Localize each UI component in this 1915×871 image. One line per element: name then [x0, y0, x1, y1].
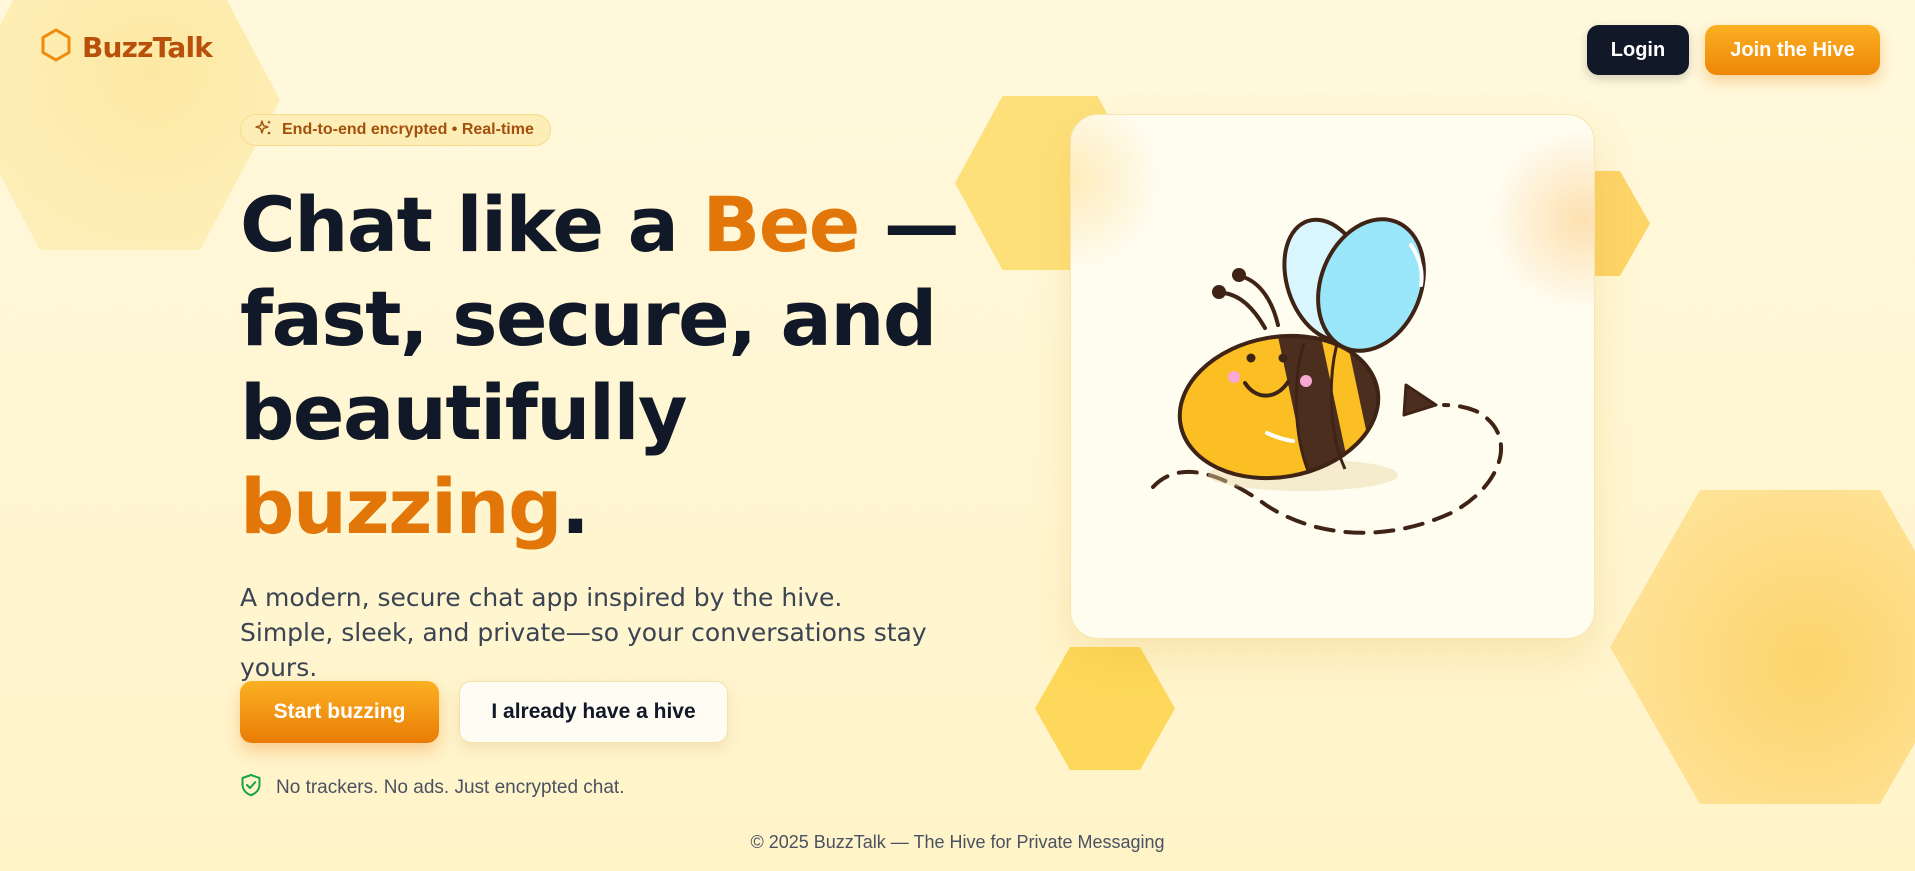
- brand-logo[interactable]: BuzzTalk: [40, 28, 213, 67]
- trust-note: No trackers. No ads. Just encrypted chat…: [240, 773, 625, 802]
- bg-hexagon: [1035, 647, 1175, 770]
- brand-name: BuzzTalk: [82, 31, 213, 64]
- hero-description: A modern, secure chat app inspired by th…: [240, 583, 927, 682]
- hexagon-icon: [40, 28, 72, 67]
- hero-illustration-card: [1070, 114, 1595, 639]
- join-hive-button[interactable]: Join the Hive: [1705, 25, 1880, 75]
- footer-copyright: © 2025 BuzzTalk — The Hive for Private M…: [750, 832, 1165, 852]
- headline-accent-bee: Bee: [702, 180, 860, 269]
- login-button[interactable]: Login: [1587, 25, 1689, 75]
- start-buzzing-button[interactable]: Start buzzing: [240, 681, 439, 743]
- hero-headline: Chat like a Bee — fast, secure, and beau…: [240, 178, 960, 554]
- headline-accent-buzzing: buzzing: [240, 462, 563, 551]
- bg-hexagon: [1610, 490, 1915, 804]
- shield-check-icon: [240, 773, 262, 802]
- headline-period: .: [561, 462, 590, 551]
- bee-illustration: [1071, 115, 1594, 535]
- existing-hive-button[interactable]: I already have a hive: [459, 681, 728, 743]
- feature-badge: End-to-end encrypted • Real-time: [240, 114, 551, 146]
- badge-text: End-to-end encrypted • Real-time: [282, 121, 534, 138]
- sparkles-icon: [255, 119, 273, 142]
- trust-text: No trackers. No ads. Just encrypted chat…: [276, 776, 625, 798]
- headline-text: Chat like a: [240, 180, 703, 269]
